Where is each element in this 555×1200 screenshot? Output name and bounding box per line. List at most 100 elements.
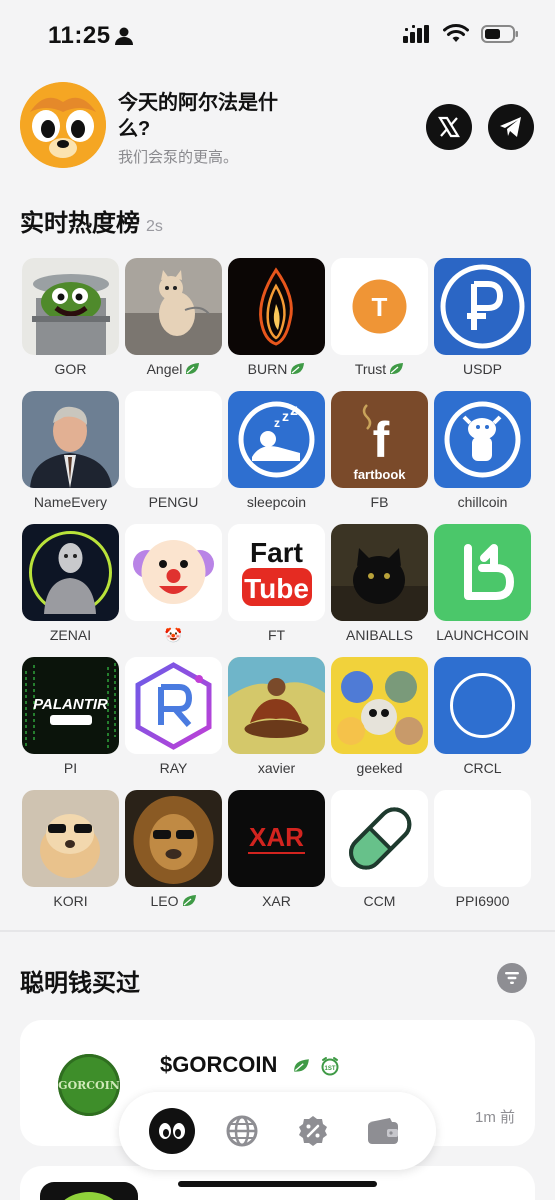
svg-text:T: T: [372, 292, 388, 322]
svg-text:z: z: [274, 416, 280, 430]
token-label: RAY: [159, 760, 188, 776]
coin-logo: GORCOIN: [58, 1054, 120, 1116]
coin-badges: 1ST: [292, 1056, 340, 1076]
token-tile[interactable]: f fartbook FB: [331, 391, 428, 510]
black-cat-icon: [331, 524, 428, 621]
token-image: [22, 524, 119, 621]
status-icons: [403, 24, 519, 44]
token-tile[interactable]: chillcoin: [434, 391, 531, 510]
cartoon-group-icon: [331, 657, 428, 754]
percent-badge-icon: [298, 1116, 327, 1146]
filter-button[interactable]: [497, 963, 527, 993]
token-tile[interactable]: NameEvery: [22, 391, 119, 510]
home-indicator: [178, 1181, 377, 1187]
token-label: NameEvery: [33, 494, 108, 510]
telegram-button[interactable]: [488, 104, 534, 150]
svg-text:z: z: [290, 402, 298, 419]
farttube-icon: Fart Tube: [228, 524, 325, 621]
token-tile[interactable]: xavier: [228, 657, 325, 776]
token-tile[interactable]: KORI: [22, 790, 119, 909]
token-tile[interactable]: T Trust: [331, 258, 428, 377]
svg-text:PALANTIR: PALANTIR: [33, 696, 108, 713]
dog-sunglasses-icon: [22, 790, 119, 887]
token-tile[interactable]: Fart Tube FT: [228, 524, 325, 643]
token-label: FT: [267, 627, 286, 643]
token-label: CCM: [363, 893, 396, 909]
x-button[interactable]: [426, 104, 472, 150]
header-subtitle: 我们会泵的更高。: [118, 149, 239, 166]
token-tile[interactable]: LEO: [125, 790, 222, 909]
token-tile[interactable]: XAR XAR: [228, 790, 325, 909]
token-tile[interactable]: PPI6900: [434, 790, 531, 909]
header-title: 今天的阿尔法是什么?: [118, 92, 278, 140]
coin-logo: [40, 1182, 138, 1200]
token-label: PENGU: [148, 494, 199, 510]
section-divider: [0, 930, 555, 932]
token-label: CRCL: [463, 760, 502, 776]
chill-dog-icon: [434, 391, 531, 488]
token-tile[interactable]: 🤡: [125, 524, 222, 643]
svg-text:z: z: [282, 408, 289, 424]
token-label: geeked: [356, 760, 403, 776]
token-tile[interactable]: BURN: [228, 258, 325, 377]
nav-home[interactable]: [149, 1108, 196, 1154]
status-time: 11:25: [48, 22, 111, 49]
smart-money-title: 聪明钱买过: [20, 970, 140, 997]
token-tile[interactable]: PENGU: [125, 391, 222, 510]
token-image: [125, 524, 222, 621]
usdp-icon: [434, 258, 531, 355]
nav-discount[interactable]: [290, 1108, 336, 1154]
token-image: z z z: [228, 391, 325, 488]
token-tile[interactable]: geeked: [331, 657, 428, 776]
man-portrait-icon: [22, 391, 119, 488]
token-image: [434, 391, 531, 488]
svg-text:1ST: 1ST: [324, 1066, 335, 1072]
token-tile[interactable]: CRCL: [434, 657, 531, 776]
nav-explore[interactable]: [219, 1108, 265, 1154]
globe-icon: [226, 1115, 258, 1147]
token-label: ANIBALLS: [346, 627, 413, 643]
palantir-icon: PALANTIR: [22, 657, 119, 754]
fartbook-icon: f fartbook: [331, 391, 428, 488]
token-label: PPI6900: [455, 893, 510, 909]
nav-wallet[interactable]: [360, 1108, 406, 1154]
token-tile[interactable]: CCM: [331, 790, 428, 909]
filter-icon: [505, 972, 519, 984]
token-image: [228, 657, 325, 754]
token-image: [125, 790, 222, 887]
token-tile[interactable]: GOR: [22, 258, 119, 377]
token-image: [125, 391, 222, 488]
token-label: xavier: [257, 760, 296, 776]
token-tile[interactable]: LAUNCHCOIN: [434, 524, 531, 643]
token-tile[interactable]: Angel: [125, 258, 222, 377]
svg-text:XAR: XAR: [249, 822, 304, 852]
svg-text:f: f: [373, 412, 390, 468]
token-tile[interactable]: USDP: [434, 258, 531, 377]
token-image: [331, 657, 428, 754]
token-label: GOR: [54, 361, 87, 377]
token-tile[interactable]: PALANTIR PI: [22, 657, 119, 776]
token-image: [228, 258, 325, 355]
token-label: 🤡: [164, 627, 183, 643]
token-tile[interactable]: z z z sleepcoin: [228, 391, 325, 510]
token-label: sleepcoin: [246, 494, 307, 510]
token-label: FB: [370, 494, 389, 510]
sleep-icon: z z z: [228, 391, 325, 488]
trust-coin-icon: T: [331, 258, 428, 355]
signal-icon: [403, 25, 429, 43]
token-tile[interactable]: ZENAI: [22, 524, 119, 643]
token-label: Trust: [325, 361, 434, 377]
token-label: XAR: [262, 893, 291, 909]
token-label: LEO: [119, 893, 228, 909]
avatar[interactable]: [20, 82, 106, 168]
token-image: [434, 524, 531, 621]
token-label: PI: [63, 760, 78, 776]
token-image: [434, 657, 531, 754]
token-tile[interactable]: ANIBALLS: [331, 524, 428, 643]
eyes-icon: [149, 1108, 196, 1154]
token-label: KORI: [53, 893, 88, 909]
token-tile[interactable]: RAY: [125, 657, 222, 776]
telegram-icon: [500, 117, 521, 137]
clown-icon: [125, 524, 222, 621]
person-icon: [115, 27, 133, 45]
